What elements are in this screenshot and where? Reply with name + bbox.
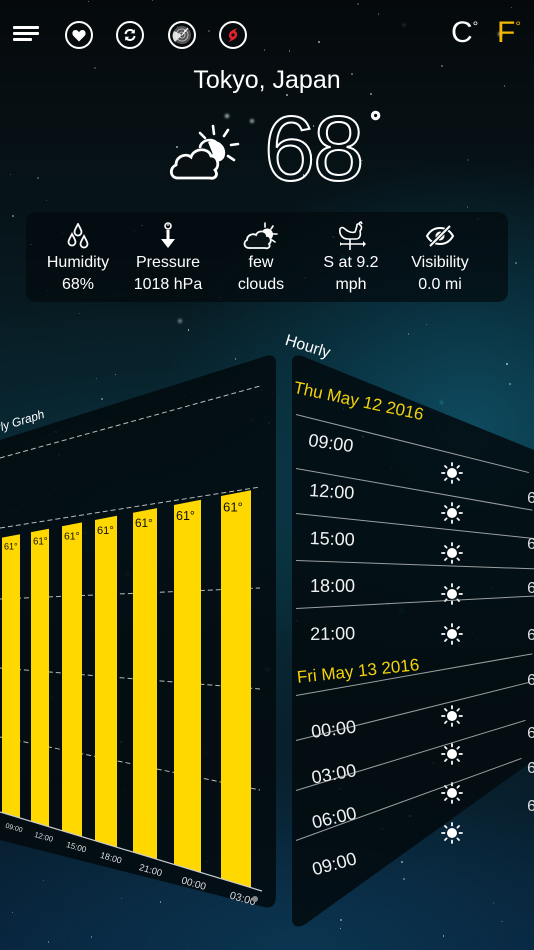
sun-icon	[441, 822, 463, 849]
pressure-value: 1018 hPa	[133, 276, 203, 293]
detail-wind: S at 9.2 mph	[306, 220, 396, 296]
bar-03:00	[221, 490, 251, 888]
star	[466, 158, 470, 161]
hourly-time: 12:00	[308, 480, 355, 504]
location-name: Tokyo, Japan	[193, 66, 341, 94]
few-clouds-icon	[243, 222, 278, 250]
degree-symbol: °	[472, 18, 479, 34]
wind-label: S at 9.2	[323, 254, 379, 271]
conditions-details-panel: Humidity 68% Pressure 1018 hPa few cloud…	[26, 212, 508, 302]
star	[47, 941, 50, 943]
hourly-graph-panel: rly Graph 61°09:0061°12:0061°15:0061°18:…	[0, 355, 276, 908]
detail-pressure: Pressure 1018 hPa	[123, 220, 213, 296]
celsius-label: C	[451, 16, 473, 49]
scroll-indicator-dot[interactable]	[252, 896, 258, 902]
hourly-temperature: 6	[527, 725, 534, 742]
bar-09:00	[2, 534, 20, 819]
wind-value: mph	[335, 276, 367, 293]
clouds-value: clouds	[237, 276, 285, 293]
star	[187, 329, 189, 331]
visibility-off-icon	[425, 224, 455, 248]
hourly-time: 18:00	[310, 576, 356, 596]
star	[11, 911, 13, 913]
partly-cloudy-icon	[169, 124, 240, 180]
refresh-icon	[124, 28, 136, 42]
star	[12, 215, 15, 218]
star	[90, 936, 93, 938]
hourly-forecast-panel: Hourly Thu May 12 2016 09:00 6 12:00 6 15:00 6…	[283, 320, 534, 930]
bar-value-label: 61°	[135, 516, 153, 530]
star	[178, 318, 182, 323]
star	[250, 118, 255, 123]
sun-icon	[441, 583, 463, 610]
humidity-label: Humidity	[46, 254, 110, 271]
star	[515, 262, 517, 264]
hourly-temperature: 6	[527, 798, 534, 815]
star	[45, 199, 48, 202]
bar-value-label: 61°	[4, 542, 18, 552]
bar-value-label: 61°	[33, 537, 48, 548]
star	[466, 205, 469, 208]
celsius-toggle[interactable]: C°	[451, 16, 478, 50]
favorites-button[interactable]	[65, 21, 93, 49]
humidity-value: 68%	[61, 276, 95, 293]
radar-icon	[172, 26, 191, 44]
hurricane-icon	[228, 28, 238, 42]
hourly-temperature: 6	[527, 490, 534, 507]
bar-00:00	[174, 499, 201, 873]
bar-18:00	[95, 515, 117, 848]
star	[9, 173, 11, 175]
visibility-value: 0.0 mi	[418, 276, 462, 293]
degree-symbol: °	[515, 18, 521, 34]
fahrenheit-label: F	[497, 16, 516, 49]
star	[78, 312, 80, 314]
hourly-temperature: 6	[527, 760, 534, 777]
bar-12:00	[31, 528, 49, 827]
heart-icon	[72, 29, 86, 41]
hourly-time: 21:00	[310, 623, 356, 644]
bar-21:00	[133, 508, 157, 860]
current-temperature: 68	[263, 98, 365, 200]
pressure-label: Pressure	[135, 254, 201, 271]
clouds-label: few	[248, 254, 274, 271]
sun-icon	[441, 743, 463, 770]
detail-clouds: few clouds	[216, 220, 306, 296]
refresh-button[interactable]	[116, 21, 144, 49]
bar-value-label: 61°	[223, 500, 243, 515]
sun-icon	[441, 623, 463, 650]
sun-icon	[441, 705, 463, 732]
top-bar: C° F°	[0, 0, 534, 68]
detail-humidity: Humidity 68%	[33, 220, 123, 296]
bar-value-label: 61°	[176, 509, 195, 523]
star	[36, 177, 39, 180]
hourly-temperature: 6	[527, 627, 534, 644]
star	[442, 935, 444, 937]
radar-button[interactable]	[168, 21, 196, 49]
star	[225, 114, 229, 118]
bar-value-label: 61°	[97, 525, 114, 537]
pressure-gauge-icon	[161, 222, 175, 248]
hamburger-menu-icon[interactable]	[13, 26, 39, 42]
fahrenheit-toggle[interactable]: F°	[497, 16, 521, 50]
sun-icon	[441, 462, 463, 489]
visibility-label: Visibility	[411, 254, 469, 271]
detail-visibility: Visibility 0.0 mi	[395, 220, 485, 296]
weathervane-rooster-icon	[339, 221, 366, 250]
hourly-time: 15:00	[309, 528, 356, 550]
sun-icon	[441, 502, 463, 529]
bar-value-label: 61°	[64, 531, 80, 542]
hurricane-button[interactable]	[219, 21, 247, 49]
humidity-drops-icon	[67, 223, 89, 249]
bar-15:00	[62, 522, 82, 837]
current-temperature-degree: °	[369, 105, 382, 138]
